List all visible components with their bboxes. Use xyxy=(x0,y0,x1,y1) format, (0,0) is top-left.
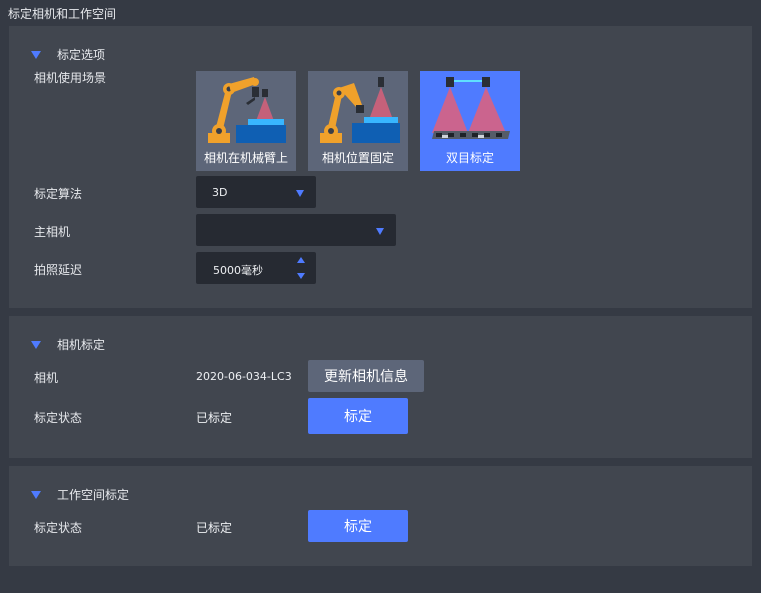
main-camera-select[interactable] xyxy=(196,214,396,246)
increment-arrow-icon[interactable] xyxy=(297,257,305,263)
calibration-options-panel: 标定选项 相机使用场景 相机在机械臂上 相机位置固定 双目标定 标定算法 3D … xyxy=(9,26,752,308)
collapse-triangle-icon xyxy=(31,50,41,59)
scene-option-robot-arm[interactable]: 相机在机械臂上 xyxy=(196,71,296,171)
workspace-status-value: 已标定 xyxy=(196,521,233,535)
scene-label: 相机使用场景 xyxy=(34,71,107,85)
camera-status-label: 标定状态 xyxy=(34,411,83,425)
workspace-calibration-panel: 工作空间标定 标定状态 已标定 标定 xyxy=(9,466,752,566)
workspace-status-label: 标定状态 xyxy=(34,521,83,535)
chevron-down-icon xyxy=(296,190,304,197)
chevron-down-icon xyxy=(376,228,384,235)
calibrate-workspace-button[interactable]: 标定 xyxy=(308,510,408,542)
capture-delay-stepper[interactable]: 5000毫秒 xyxy=(196,252,316,284)
calibration-options-header[interactable]: 标定选项 xyxy=(31,46,105,63)
camera-calibration-panel: 相机标定 相机 2020-06-034-LC3 更新相机信息 标定状态 已标定 … xyxy=(9,316,752,458)
capture-delay-value: 5000毫秒 xyxy=(213,264,263,277)
update-camera-info-button[interactable]: 更新相机信息 xyxy=(308,360,424,392)
robot-arm-camera-icon xyxy=(208,77,286,143)
collapse-triangle-icon xyxy=(31,490,41,499)
stereo-camera-icon xyxy=(432,77,510,139)
scene-option-fixed-camera[interactable]: 相机位置固定 xyxy=(308,71,408,171)
scene-option-label: 相机位置固定 xyxy=(321,151,394,165)
camera-calibration-header[interactable]: 相机标定 xyxy=(31,336,105,353)
camera-label: 相机 xyxy=(34,371,59,385)
algorithm-select[interactable]: 3D xyxy=(196,176,316,208)
camera-calibration-title: 相机标定 xyxy=(57,338,106,352)
workspace-calibration-title: 工作空间标定 xyxy=(57,488,130,502)
calibration-options-title: 标定选项 xyxy=(57,48,106,62)
main-camera-label: 主相机 xyxy=(34,225,71,239)
scene-option-stereo[interactable]: 双目标定 xyxy=(420,71,520,171)
fixed-camera-icon xyxy=(320,77,400,143)
workspace-calibration-header[interactable]: 工作空间标定 xyxy=(31,486,129,503)
camera-serial-value: 2020-06-034-LC3 xyxy=(196,370,292,383)
capture-delay-label: 拍照延迟 xyxy=(34,263,83,277)
collapse-triangle-icon xyxy=(31,340,41,349)
decrement-arrow-icon[interactable] xyxy=(297,273,305,279)
calibrate-camera-button[interactable]: 标定 xyxy=(308,398,408,434)
scene-option-label: 相机在机械臂上 xyxy=(203,151,288,165)
camera-status-value: 已标定 xyxy=(196,411,233,425)
algorithm-select-value: 3D xyxy=(212,186,228,199)
window-title: 标定相机和工作空间 xyxy=(8,7,117,21)
algorithm-label: 标定算法 xyxy=(34,187,83,201)
scene-option-label: 双目标定 xyxy=(445,151,494,165)
